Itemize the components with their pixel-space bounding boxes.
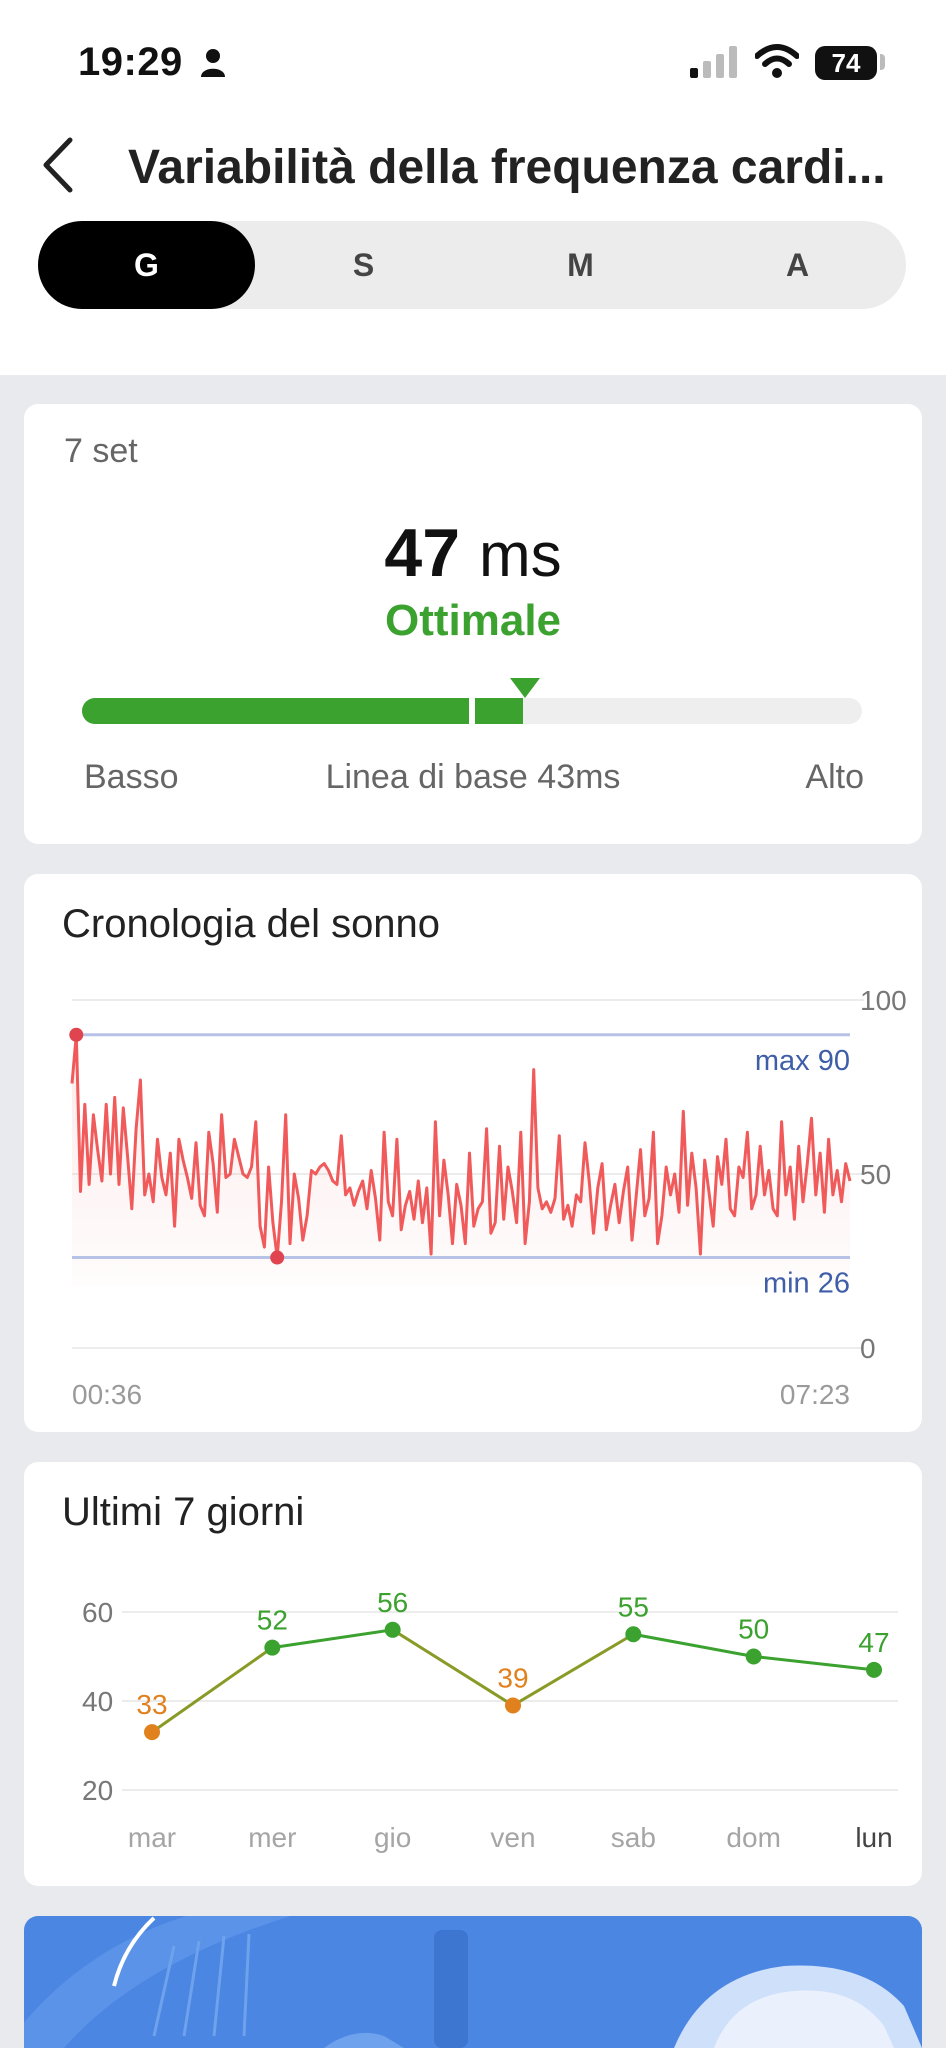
data-label: 47 bbox=[858, 1627, 889, 1658]
min-point bbox=[270, 1250, 285, 1265]
baseline-label: Linea di base 43ms bbox=[325, 758, 621, 796]
series-line-segment bbox=[633, 1632, 754, 1658]
banner-illustration bbox=[24, 1916, 922, 2048]
data-label: 50 bbox=[738, 1614, 769, 1645]
x-tick-label: lun bbox=[855, 1822, 892, 1853]
end-time-label: 07:23 bbox=[780, 1379, 850, 1410]
person-icon bbox=[201, 49, 225, 77]
y-tick-50: 50 bbox=[860, 1159, 891, 1190]
sleep-history-card: Cronologia del sonno max 90 min 26 100 5… bbox=[24, 874, 922, 1432]
series-line-segment bbox=[512, 1632, 635, 1707]
x-tick-label: dom bbox=[726, 1822, 780, 1853]
series-line-segment bbox=[151, 1646, 274, 1734]
data-point bbox=[384, 1621, 401, 1638]
y-tick-0: 0 bbox=[860, 1333, 876, 1364]
data-point bbox=[745, 1648, 762, 1665]
x-tick-label: sab bbox=[611, 1822, 656, 1853]
data-label: 55 bbox=[618, 1591, 649, 1622]
weekly-hrv-chart: 20 40 60 33 52 56 39 55 50 47 mar mer gio ven sab dom… bbox=[82, 1587, 898, 1853]
hrv-status: Ottimale bbox=[384, 596, 562, 645]
baseline-divider bbox=[469, 696, 475, 726]
data-point bbox=[264, 1639, 281, 1656]
x-tick-label: mar bbox=[128, 1822, 176, 1853]
min-label: min 26 bbox=[763, 1268, 850, 1300]
hrv-value: 47 bbox=[384, 515, 461, 591]
y-tick-label: 60 bbox=[82, 1597, 113, 1628]
y-tick-100: 100 bbox=[860, 985, 907, 1016]
series-line-segment bbox=[753, 1655, 875, 1672]
promo-banner[interactable] bbox=[24, 1916, 922, 2048]
data-label: 39 bbox=[497, 1662, 528, 1693]
hrv-value-display: 47 ms bbox=[24, 514, 922, 592]
cellular-signal-icon bbox=[690, 46, 737, 78]
last-7-days-card: Ultimi 7 giorni 20 40 60 33 52 56 39 55 50 47 ma… bbox=[24, 1462, 922, 1886]
x-tick-label: gio bbox=[374, 1822, 411, 1853]
x-tick-label: ven bbox=[490, 1822, 535, 1853]
back-arrow-icon[interactable] bbox=[36, 130, 80, 200]
hrv-range-fill bbox=[82, 698, 523, 724]
series-line-segment bbox=[272, 1628, 393, 1650]
range-high-label: Alto bbox=[805, 758, 864, 796]
series-line-segment bbox=[391, 1628, 514, 1707]
max-point bbox=[69, 1027, 84, 1042]
data-label: 52 bbox=[257, 1605, 288, 1636]
hrv-unit: ms bbox=[478, 521, 562, 590]
wifi-icon bbox=[755, 44, 799, 78]
tab-week[interactable]: S bbox=[255, 221, 472, 309]
start-time-label: 00:36 bbox=[72, 1379, 142, 1410]
sleep-hrv-chart: max 90 min 26 100 50 0 00:36 07:23 bbox=[69, 985, 907, 1410]
data-label: 56 bbox=[377, 1587, 408, 1618]
tab-year[interactable]: A bbox=[689, 221, 906, 309]
data-label: 33 bbox=[136, 1689, 167, 1720]
hrv-summary-card: 7 set 47 ms Ottimale Basso Linea di base… bbox=[24, 404, 922, 844]
summary-date: 7 set bbox=[64, 432, 138, 470]
status-time: 19:29 bbox=[78, 40, 183, 84]
battery-indicator: 74 bbox=[815, 46, 877, 80]
max-label: max 90 bbox=[755, 1045, 850, 1077]
y-tick-label: 20 bbox=[82, 1775, 113, 1806]
tab-month[interactable]: M bbox=[472, 221, 689, 309]
data-point bbox=[866, 1661, 882, 1678]
x-tick-label: mer bbox=[248, 1822, 296, 1853]
data-point bbox=[144, 1724, 160, 1741]
battery-tip bbox=[880, 54, 885, 70]
data-point bbox=[505, 1697, 521, 1714]
hrv-range-bar bbox=[82, 678, 862, 726]
page-title: Variabilità della frequenza cardi... bbox=[128, 141, 886, 194]
y-tick-label: 40 bbox=[82, 1686, 113, 1717]
sleep-hrv-area bbox=[72, 1034, 850, 1286]
data-point bbox=[625, 1626, 642, 1643]
period-selector: G S M A bbox=[38, 221, 906, 309]
tab-day[interactable]: G bbox=[38, 221, 255, 309]
current-value-marker bbox=[510, 678, 541, 698]
